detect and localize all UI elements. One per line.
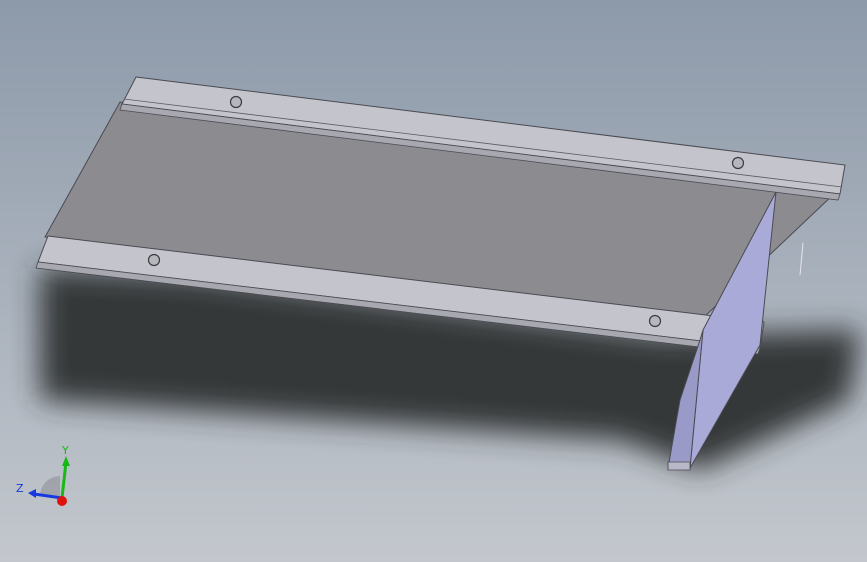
- triad-y-label: Y: [61, 444, 69, 457]
- triad-y-arrow-icon: [62, 456, 70, 466]
- triad-x-axis-dot-icon: [57, 496, 67, 506]
- graphics-viewport[interactable]: Y Z: [0, 0, 867, 562]
- hole-back-right[interactable]: [731, 156, 745, 170]
- hole-back-left[interactable]: [229, 95, 243, 109]
- reference-triad[interactable]: Y Z: [8, 440, 88, 520]
- model-scene[interactable]: [0, 0, 867, 562]
- triad-plane-arc: [40, 476, 60, 496]
- triad-z-arrow-icon: [28, 489, 36, 498]
- triad-y-axis: [60, 461, 68, 499]
- hole-front-left[interactable]: [147, 253, 161, 267]
- hole-front-right[interactable]: [648, 314, 662, 328]
- triad-z-label: Z: [16, 482, 24, 495]
- web-foot: [667, 461, 691, 471]
